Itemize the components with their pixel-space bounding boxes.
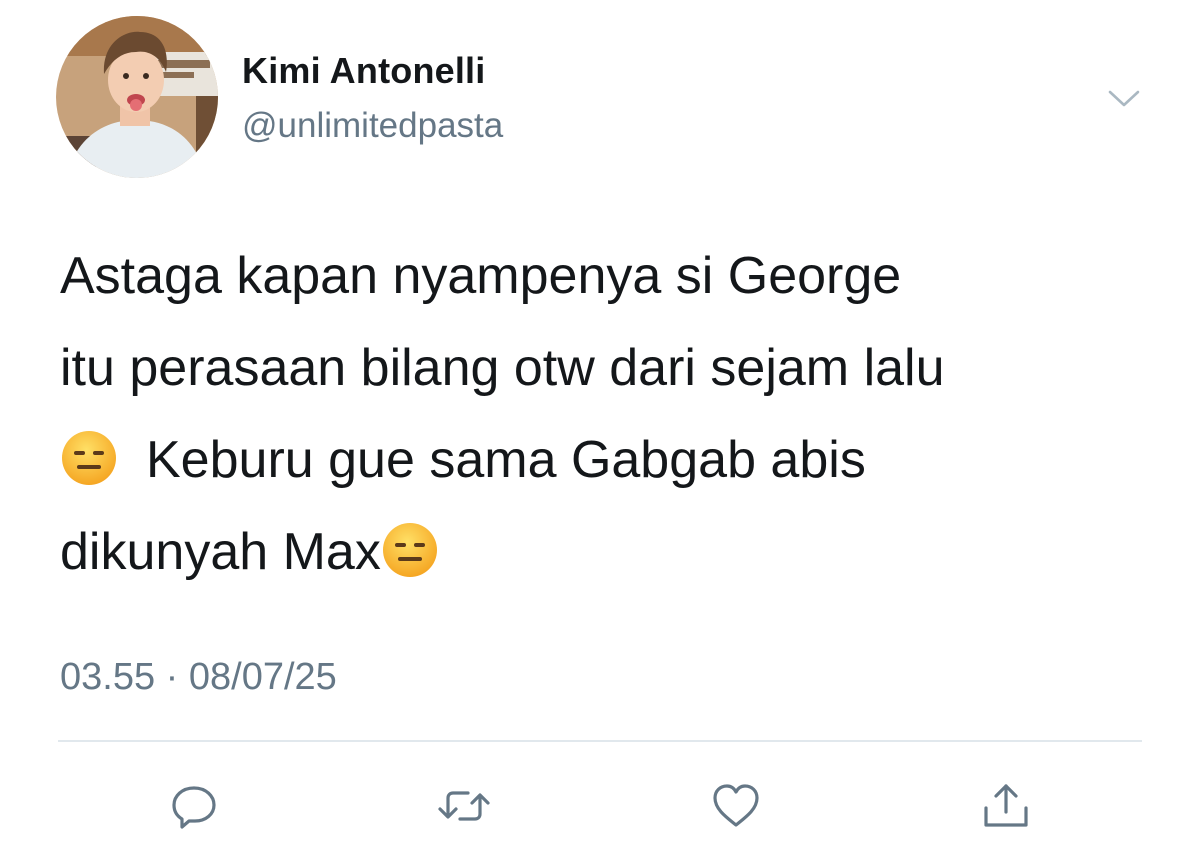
avatar[interactable]	[56, 16, 218, 178]
user-handle[interactable]: @unlimitedpasta	[242, 106, 503, 146]
divider	[58, 740, 1142, 742]
tweet-card: Kimi Antonelli @unlimitedpasta Astaga ka…	[0, 0, 1200, 864]
like-button[interactable]	[706, 776, 766, 836]
tweet-text: Astaga kapan nyampenya si George itu per…	[60, 230, 1170, 598]
chevron-down-icon[interactable]	[1104, 84, 1144, 112]
tweet-text-line: Astaga kapan nyampenya si George	[60, 247, 902, 305]
expressionless-face-icon	[60, 429, 118, 487]
reply-icon	[172, 786, 216, 829]
retweet-icon	[438, 791, 490, 821]
tweet-text-segment: Keburu gue sama Gabgab abis	[146, 431, 866, 489]
like-icon	[713, 784, 759, 827]
display-name[interactable]: Kimi Antonelli	[242, 50, 485, 92]
share-icon	[984, 784, 1028, 827]
tweet-timestamp[interactable]: 03.55 · 08/07/25	[60, 656, 337, 699]
tweet-text-segment: dikunyah Max	[60, 523, 381, 581]
retweet-button[interactable]	[434, 776, 494, 836]
expressionless-face-icon	[381, 521, 439, 579]
tweet-text-line: Keburu gue sama Gabgab abis	[60, 414, 1170, 506]
reply-button[interactable]	[164, 776, 224, 836]
tweet-text-line: itu perasaan bilang otw dari sejam lalu	[60, 339, 945, 397]
tweet-text-line: dikunyah Max	[60, 506, 1170, 598]
share-button[interactable]	[976, 776, 1036, 836]
